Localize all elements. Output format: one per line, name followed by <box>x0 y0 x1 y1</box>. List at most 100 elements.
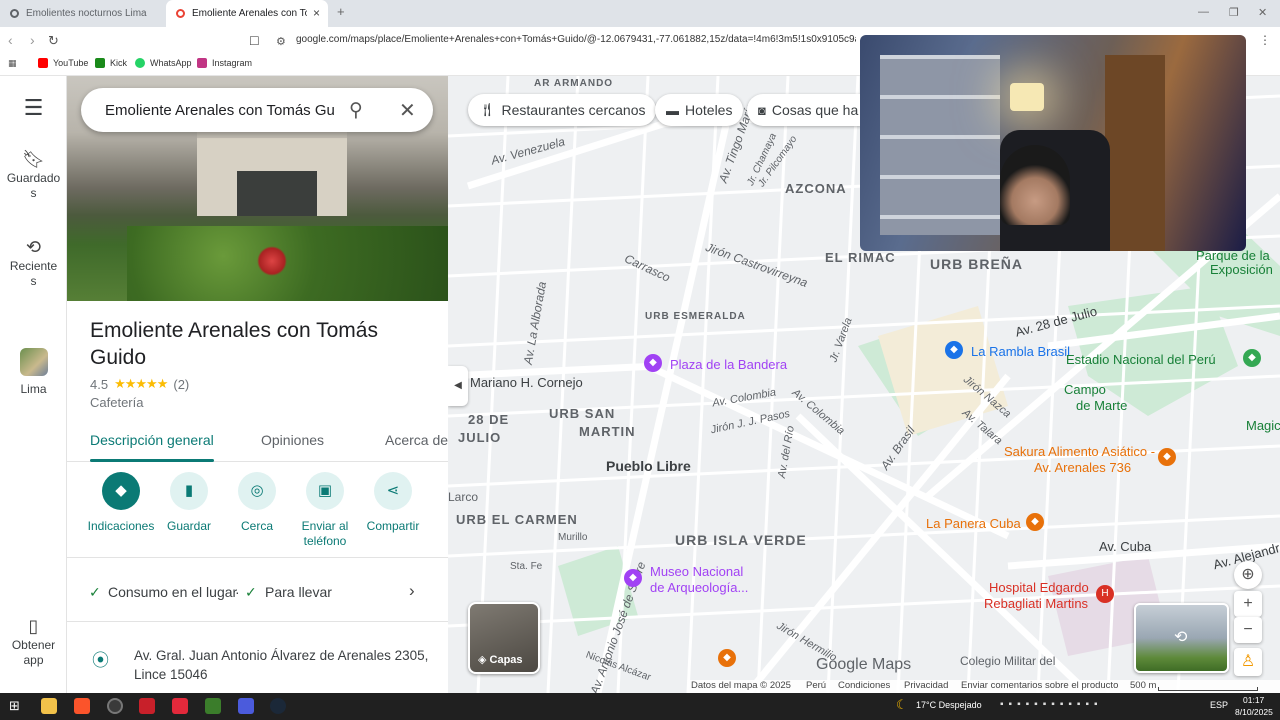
chip-hotels[interactable]: ▬ Hoteles <box>655 94 744 126</box>
chip-restaurants[interactable]: 🍴︎ Restaurantes cercanos <box>468 94 657 126</box>
bookmark-star-icon[interactable]: ☐ <box>249 34 260 48</box>
poi-label[interactable]: Museo Nacional <box>650 564 743 579</box>
forward-icon[interactable]: › <box>30 32 35 48</box>
lima-thumbnail <box>19 348 48 376</box>
zoom-out-button[interactable]: − <box>1234 617 1262 643</box>
action-label: Indicaciones <box>87 519 155 533</box>
brave-browser-icon[interactable] <box>74 698 90 714</box>
browser-menu-icon[interactable]: ⋮ <box>1259 33 1271 47</box>
windows-start-icon[interactable]: ⊞ <box>9 698 20 714</box>
poi-label[interactable]: Plaza de la Bandera <box>670 357 787 372</box>
terms-link[interactable]: Condiciones <box>838 680 890 691</box>
bookmark-youtube[interactable]: YouTube <box>38 58 88 68</box>
chip-things-to-do[interactable]: ◙ Cosas que ha <box>747 94 862 126</box>
send-to-phone-button[interactable]: ▣ Enviar al teléfono <box>290 472 360 549</box>
close-window-icon[interactable]: ✕ <box>1258 6 1267 19</box>
privacy-link[interactable]: Privacidad <box>904 680 948 691</box>
tab-reviews[interactable]: Opiniones <box>261 432 324 448</box>
rail-saved[interactable]: 🔖︎ Guardados <box>0 150 67 201</box>
hospital-pin-icon[interactable]: H <box>1096 585 1114 603</box>
my-location-button[interactable]: ⊕ <box>1234 561 1262 589</box>
app-icon-pink[interactable] <box>172 698 188 714</box>
menu-icon[interactable]: ☰ <box>0 97 67 119</box>
tab-active-place[interactable]: Emoliente Arenales con Tomás G × <box>166 0 328 27</box>
poi-label[interactable]: La Panera Cuba <box>926 516 1021 531</box>
minimize-icon[interactable]: — <box>1198 6 1209 18</box>
landmark-pin-icon[interactable]: ◆ <box>644 354 662 372</box>
clock-date[interactable]: 8/10/2025 <box>1235 707 1273 717</box>
tab-overview[interactable]: Descripción general <box>90 432 214 448</box>
tab-about[interactable]: Acerca de <box>385 432 448 448</box>
check-icon: ✓ <box>89 584 101 600</box>
apps-grid-icon[interactable]: ▦ <box>8 58 17 69</box>
place-category[interactable]: Cafetería <box>90 395 143 410</box>
rail-get-app[interactable]: ▯ Obtener app <box>0 617 67 668</box>
star-rating-icon: ★★★★★ <box>114 376 168 391</box>
poi-label[interactable]: Estadio Nacional del Perú <box>1066 352 1216 367</box>
search-box[interactable]: Emoliente Arenales con Tomás Guido ⚲ ✕ <box>81 88 433 132</box>
poi-label[interactable]: La Rambla Brasil <box>971 344 1070 359</box>
app-icon-blue[interactable] <box>238 698 254 714</box>
shopping-pin-icon[interactable]: ◆ <box>945 341 963 359</box>
museum-pin-icon[interactable]: ◆ <box>624 569 642 587</box>
restore-icon[interactable]: ❐ <box>1229 6 1239 19</box>
nearby-button[interactable]: ◎ Cerca <box>222 472 292 534</box>
clock-time[interactable]: 01:17 <box>1243 695 1264 705</box>
rail-recent[interactable]: ⟲ Recientes <box>0 238 67 289</box>
back-icon[interactable]: ‹ <box>8 32 13 48</box>
stadium-pin-icon[interactable]: ◆ <box>1243 349 1261 367</box>
language-indicator[interactable]: ESP <box>1210 700 1228 710</box>
save-button[interactable]: ▮ Guardar <box>154 472 224 534</box>
zoom-in-button[interactable]: + <box>1234 591 1262 617</box>
region-link[interactable]: Perú <box>806 680 826 691</box>
minecraft-icon[interactable] <box>205 698 221 714</box>
chip-label: Restaurantes cercanos <box>501 102 646 118</box>
tab-close-icon[interactable]: × <box>313 6 320 20</box>
new-tab-icon[interactable]: + <box>337 4 345 19</box>
search-icon[interactable]: ⚲ <box>349 99 363 122</box>
place-label[interactable]: Exposición <box>1210 262 1273 277</box>
poi-label[interactable]: Magic <box>1246 418 1280 433</box>
bookmark-kick[interactable]: Kick <box>95 58 127 68</box>
service-options[interactable]: ✓ Consumo en el lugar · ✓ Para llevar › <box>67 572 448 622</box>
chevron-right-icon[interactable]: › <box>409 581 415 601</box>
cafe-pin-icon[interactable]: ◆ <box>1026 513 1044 531</box>
park-label[interactable]: Campo <box>1064 382 1106 397</box>
tab-emolientes[interactable]: Emolientes nocturnos Lima <box>0 0 165 27</box>
street-view-thumbnail[interactable]: ⟲ <box>1134 603 1229 673</box>
site-info-icon[interactable]: ⚙ <box>276 35 286 48</box>
poi-label[interactable]: Sakura Alimento Asiático - <box>1004 444 1155 459</box>
steam-icon[interactable] <box>270 698 286 714</box>
bookmark-instagram[interactable]: Instagram <box>197 58 252 68</box>
poi-label[interactable]: Hospital Edgardo <box>989 580 1089 595</box>
search-input[interactable]: Emoliente Arenales con Tomás Guido <box>105 102 335 119</box>
poi-label[interactable]: Rebagliati Martins <box>984 596 1088 611</box>
share-button[interactable]: ⋖ Compartir <box>358 472 428 534</box>
rating-row[interactable]: 4.5 ★★★★★ (2) <box>90 376 189 392</box>
app-icon-red[interactable] <box>139 698 155 714</box>
poi-label[interactable]: de Arqueología... <box>650 580 748 595</box>
weather-text[interactable]: 17°C Despejado <box>916 700 982 710</box>
close-icon[interactable]: ✕ <box>399 98 416 123</box>
address-bar[interactable]: google.com/maps/place/Emoliente+Arenales… <box>296 34 856 45</box>
place-address[interactable]: Av. Gral. Juan Antonio Álvarez de Arenal… <box>134 646 434 684</box>
bookmark-label: Kick <box>110 58 128 68</box>
park-label[interactable]: de Marte <box>1076 398 1127 413</box>
selected-place-pin-icon[interactable]: ◆ <box>718 649 736 667</box>
reload-icon[interactable]: ↻ <box>48 33 59 49</box>
feedback-link[interactable]: Enviar comentarios sobre el producto <box>961 680 1118 691</box>
rail-lima[interactable]: Lima <box>0 348 67 397</box>
review-count[interactable]: (2) <box>173 377 189 392</box>
maps-left-rail: ☰ 🔖︎ Guardados ⟲ Recientes Lima ▯ Obtene… <box>0 76 67 693</box>
layers-button[interactable]: ◈ Capas <box>468 602 540 674</box>
poi-label[interactable]: Av. Arenales 736 <box>1034 460 1131 475</box>
restaurant-pin-icon[interactable]: ◆ <box>1158 448 1176 466</box>
bookmark-label: WhatsApp <box>150 58 192 68</box>
obs-icon[interactable] <box>107 698 123 714</box>
bookmark-whatsapp[interactable]: WhatsApp <box>135 58 192 68</box>
directions-button[interactable]: ◆ Indicaciones <box>86 472 156 534</box>
pegman-button[interactable]: ♙ <box>1234 648 1262 676</box>
collapse-panel-button[interactable]: ◀ <box>448 366 468 406</box>
tray-icons[interactable]: ▪▪▪▪▪▪▪▪▪▪▪▪ <box>1000 699 1103 710</box>
file-explorer-icon[interactable] <box>41 698 57 714</box>
